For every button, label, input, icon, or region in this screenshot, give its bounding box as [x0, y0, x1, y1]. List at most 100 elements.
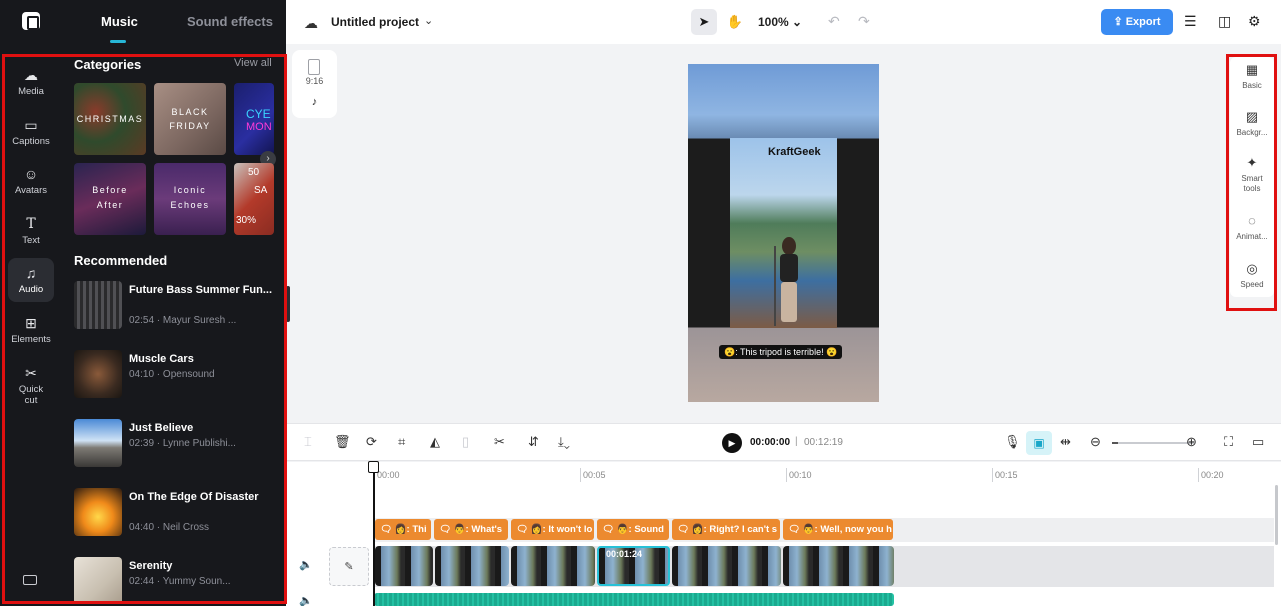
- edit-cover-button[interactable]: ✎: [329, 547, 369, 586]
- crop-icon[interactable]: ⌗: [398, 434, 405, 450]
- track-item[interactable]: Future Bass Summer Fun... 02:54 · Mayur …: [74, 281, 279, 331]
- flip-icon[interactable]: ◭: [430, 434, 440, 450]
- playhead-handle[interactable]: [368, 461, 379, 473]
- cut-icon[interactable]: ✂: [494, 434, 505, 450]
- prop-smart-tools[interactable]: ✦ Smart tools: [1230, 156, 1274, 194]
- settings-icon[interactable]: ⚙: [1248, 13, 1261, 30]
- categories-title: Categories: [74, 57, 141, 72]
- tab-sound-effects[interactable]: Sound effects: [187, 14, 273, 29]
- freeze-icon[interactable]: ▯: [462, 434, 469, 450]
- video-clip[interactable]: [375, 546, 433, 586]
- category-cyber-monday[interactable]: CYE MON: [234, 83, 274, 155]
- caption-clip[interactable]: 🗨 👨: What's: [434, 519, 508, 540]
- right-properties-panel: ▦ Basic ▨ Backgr... ✦ Smart tools ◌ Anim…: [1230, 57, 1274, 297]
- rail-item-avatars[interactable]: ☺ Avatars: [8, 164, 54, 200]
- zoom-out-icon[interactable]: ⊖: [1090, 434, 1101, 450]
- zoom-in-icon[interactable]: ⊕: [1186, 434, 1197, 450]
- rail-item-elements[interactable]: ⊞ Elements: [8, 313, 54, 349]
- category-christmas[interactable]: CHRISTMAS: [74, 83, 146, 155]
- tick-mark: [992, 468, 993, 482]
- trim-icon[interactable]: ⇵: [528, 434, 539, 450]
- category-before-after[interactable]: Before After: [74, 163, 146, 235]
- tab-music[interactable]: Music: [101, 14, 138, 29]
- track-item[interactable]: On The Edge Of Disaster 04:40 · Neil Cro…: [74, 488, 279, 538]
- video-clip[interactable]: [511, 546, 595, 586]
- tick-label: 00:15: [995, 470, 1018, 480]
- view-all-link[interactable]: View all: [234, 57, 272, 69]
- project-title[interactable]: Untitled project: [331, 15, 419, 29]
- track-item[interactable]: Serenity 02:44 · Yummy Soun...: [74, 557, 279, 601]
- fullscreen-icon[interactable]: ⛶: [1224, 434, 1233, 450]
- timeline-scrollbar[interactable]: [1275, 485, 1278, 545]
- animation-icon: ◌: [1230, 214, 1274, 228]
- tick-mark: [1198, 468, 1199, 482]
- zoom-select[interactable]: 100% ⌄: [758, 15, 802, 29]
- rail-item-audio[interactable]: ♫ Audio: [8, 258, 54, 302]
- rail-item-quick-cut[interactable]: ✂ Quick cut: [8, 363, 54, 411]
- keyboard-icon[interactable]: [23, 575, 37, 585]
- category-label: 30%: [234, 215, 274, 226]
- time-separator: |: [795, 436, 798, 447]
- feedback-icon[interactable]: ▭: [1252, 434, 1264, 450]
- loop-icon[interactable]: ⟳: [366, 434, 377, 450]
- track-meta: 04:40 · Neil Cross: [129, 522, 279, 533]
- prop-animation[interactable]: ◌ Animat...: [1230, 214, 1274, 242]
- stack-icon[interactable]: ☰: [1184, 13, 1197, 30]
- export-button[interactable]: ⇪ Export: [1101, 9, 1173, 35]
- rail-label: Elements: [11, 334, 51, 345]
- prop-background[interactable]: ▨ Backgr...: [1230, 110, 1274, 138]
- aspect-ratio-card[interactable]: 9:16 ♪: [292, 50, 337, 118]
- caption-clip[interactable]: 🗨 👩: Right? I can't s: [672, 519, 780, 540]
- redo-button[interactable]: ↷: [858, 13, 870, 30]
- time-ruler[interactable]: 00:00 00:05 00:10 00:15 00:20: [374, 462, 1274, 484]
- rail-item-text[interactable]: T Text: [8, 214, 54, 250]
- rail-item-captions[interactable]: ▭ Captions: [8, 115, 54, 151]
- pointer-tool-button[interactable]: ➤: [691, 9, 717, 35]
- caption-clip[interactable]: 🗨 👩: It won't lo: [511, 519, 594, 540]
- split-icon[interactable]: ⌶: [304, 434, 312, 450]
- delete-icon[interactable]: 🗑: [334, 434, 351, 450]
- prop-basic[interactable]: ▦ Basic: [1230, 63, 1274, 91]
- undo-button[interactable]: ↶: [828, 13, 840, 30]
- prop-speed[interactable]: ◎ Speed: [1230, 262, 1274, 290]
- caption-clip[interactable]: 🗨 👩: Thi: [375, 519, 431, 540]
- audio-panel: Categories View all CHRISTMAS BLACK FRID…: [62, 57, 284, 601]
- track-title: Muscle Cars: [129, 353, 279, 365]
- category-label: CYE: [234, 107, 274, 121]
- app-logo[interactable]: [22, 12, 40, 30]
- caption-clip[interactable]: 🗨 👨: Well, now you h: [783, 519, 893, 540]
- volume-icon[interactable]: 🔈: [299, 594, 313, 606]
- track-item[interactable]: Muscle Cars 04:10 · Opensound: [74, 350, 279, 400]
- hand-tool-button[interactable]: ✋: [724, 9, 746, 35]
- ai-assistant-button[interactable]: ▣: [1026, 431, 1052, 455]
- category-black-friday[interactable]: BLACK FRIDAY: [154, 83, 226, 155]
- track-meta: 02:39 · Lynne Publishi...: [129, 438, 279, 449]
- video-clip[interactable]: [435, 546, 509, 586]
- avatar-icon: ☺: [23, 166, 39, 182]
- video-canvas[interactable]: KraftGeek 😮: This tripod is terrible! 😮: [688, 64, 879, 402]
- video-clip[interactable]: [672, 546, 781, 586]
- prop-label: Speed: [1240, 280, 1263, 289]
- rail-item-media[interactable]: ☁ Media: [8, 65, 54, 101]
- play-button[interactable]: ▶: [722, 433, 742, 453]
- caption-overlay[interactable]: 😮: This tripod is terrible! 😮: [719, 345, 842, 359]
- microphone-icon[interactable]: 🎙: [1004, 434, 1021, 450]
- layout-icon[interactable]: ◫: [1218, 13, 1231, 30]
- magic-wand-icon: ✦: [1230, 156, 1274, 170]
- category-label: Before: [74, 185, 146, 195]
- playhead[interactable]: [373, 463, 375, 606]
- caption-clip[interactable]: 🗨 👨: Sound: [597, 519, 669, 540]
- track-thumbnail: [74, 488, 122, 536]
- category-iconic-echoes[interactable]: Iconic Echoes: [154, 163, 226, 235]
- split-screen-icon[interactable]: ⇹: [1060, 434, 1071, 450]
- captions-icon: ▭: [23, 117, 39, 133]
- zoom-slider[interactable]: [1112, 442, 1194, 444]
- category-sale[interactable]: 50 SA 30%: [234, 163, 274, 235]
- volume-icon[interactable]: 🔈: [299, 558, 313, 571]
- panel-resize-handle[interactable]: [286, 286, 290, 322]
- download-icon[interactable]: ⤓⌄: [558, 434, 570, 450]
- video-clip[interactable]: [783, 546, 894, 586]
- chevron-down-icon[interactable]: ⌄: [424, 14, 433, 27]
- audio-track-clip[interactable]: [374, 593, 894, 606]
- track-item[interactable]: Just Believe 02:39 · Lynne Publishi...: [74, 419, 279, 469]
